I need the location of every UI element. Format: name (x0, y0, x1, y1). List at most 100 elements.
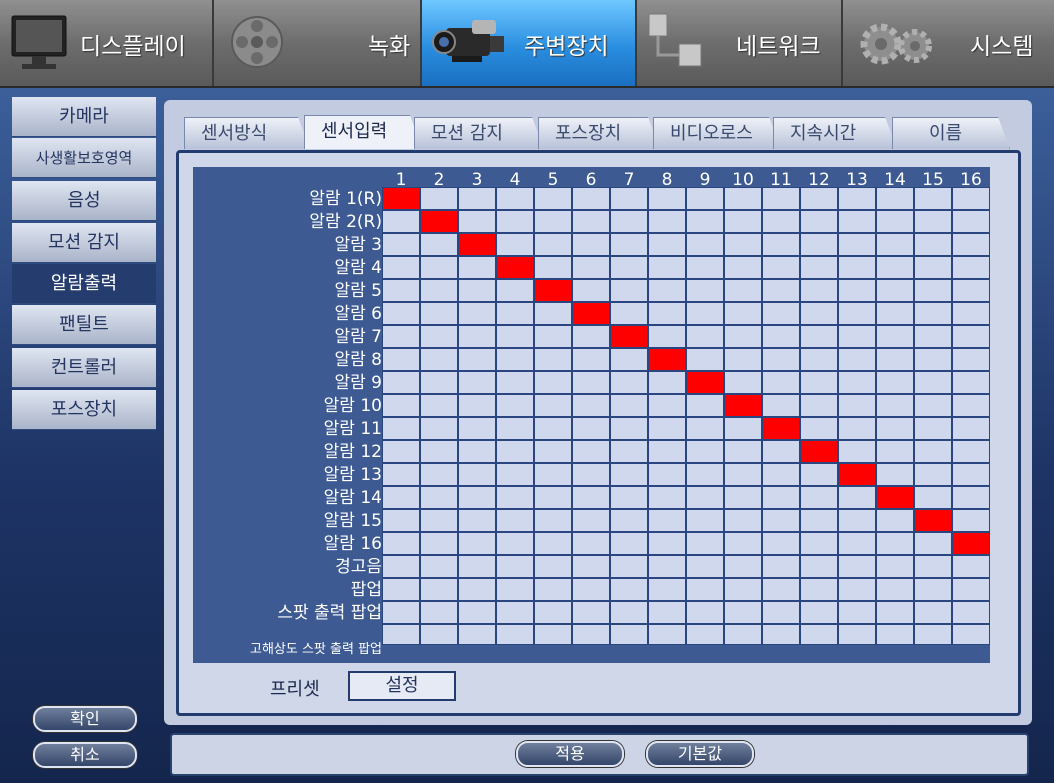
grid-cell[interactable] (610, 256, 648, 279)
grid-cell[interactable] (382, 578, 420, 601)
grid-cell[interactable] (686, 624, 724, 645)
grid-cell[interactable] (496, 325, 534, 348)
grid-cell[interactable] (648, 555, 686, 578)
grid-cell[interactable] (458, 463, 496, 486)
grid-cell[interactable] (496, 578, 534, 601)
grid-cell[interactable] (382, 555, 420, 578)
grid-cell[interactable] (876, 509, 914, 532)
grid-cell[interactable] (724, 624, 762, 645)
grid-cell[interactable] (496, 256, 534, 279)
grid-cell[interactable] (648, 394, 686, 417)
grid-cell[interactable] (420, 486, 458, 509)
grid-cell[interactable] (382, 417, 420, 440)
grid-cell[interactable] (496, 463, 534, 486)
grid-cell[interactable] (914, 601, 952, 624)
grid-cell[interactable] (686, 555, 724, 578)
grid-cell[interactable] (762, 348, 800, 371)
grid-cell[interactable] (534, 325, 572, 348)
grid-cell[interactable] (572, 624, 610, 645)
grid-cell[interactable] (800, 601, 838, 624)
grid-cell[interactable] (876, 578, 914, 601)
grid-cell[interactable] (762, 371, 800, 394)
grid-cell[interactable] (572, 509, 610, 532)
grid-cell[interactable] (800, 348, 838, 371)
grid-cell[interactable] (914, 348, 952, 371)
grid-cell[interactable] (496, 601, 534, 624)
grid-cell[interactable] (876, 601, 914, 624)
grid-cell[interactable] (458, 302, 496, 325)
grid-cell[interactable] (762, 187, 800, 210)
grid-cell[interactable] (952, 532, 990, 555)
grid-cell[interactable] (800, 302, 838, 325)
grid-cell[interactable] (572, 532, 610, 555)
grid-cell[interactable] (420, 532, 458, 555)
grid-cell[interactable] (724, 486, 762, 509)
grid-cell[interactable] (876, 325, 914, 348)
grid-cell[interactable] (496, 279, 534, 302)
grid-cell[interactable] (914, 624, 952, 645)
tab-duration[interactable]: 지속시간 (773, 117, 897, 149)
grid-cell[interactable] (876, 394, 914, 417)
grid-cell[interactable] (914, 417, 952, 440)
grid-cell[interactable] (382, 348, 420, 371)
grid-cell[interactable] (762, 417, 800, 440)
grid-cell[interactable] (534, 394, 572, 417)
grid-cell[interactable] (724, 348, 762, 371)
grid-cell[interactable] (876, 532, 914, 555)
grid-cell[interactable] (762, 532, 800, 555)
grid-cell[interactable] (610, 210, 648, 233)
preset-set-button[interactable]: 설정 (348, 671, 456, 701)
tab-name[interactable]: 이름 (892, 117, 1010, 149)
tab-sensor-type[interactable]: 센서방식 (184, 117, 310, 149)
grid-cell[interactable] (686, 601, 724, 624)
grid-cell[interactable] (914, 394, 952, 417)
nav-tab-peripherals[interactable]: 주변장치 (422, 0, 637, 86)
grid-cell[interactable] (610, 486, 648, 509)
grid-cell[interactable] (420, 256, 458, 279)
grid-cell[interactable] (838, 348, 876, 371)
nav-tab-network[interactable]: 네트워크 (637, 0, 843, 86)
grid-cell[interactable] (648, 486, 686, 509)
grid-cell[interactable] (838, 210, 876, 233)
grid-cell[interactable] (838, 394, 876, 417)
grid-cell[interactable] (800, 417, 838, 440)
grid-cell[interactable] (496, 187, 534, 210)
grid-cell[interactable] (762, 601, 800, 624)
grid-cell[interactable] (686, 417, 724, 440)
grid-cell[interactable] (572, 417, 610, 440)
grid-cell[interactable] (382, 210, 420, 233)
grid-cell[interactable] (382, 279, 420, 302)
grid-cell[interactable] (724, 187, 762, 210)
grid-cell[interactable] (686, 463, 724, 486)
grid-cell[interactable] (572, 256, 610, 279)
grid-cell[interactable] (648, 417, 686, 440)
grid-cell[interactable] (420, 325, 458, 348)
grid-cell[interactable] (838, 440, 876, 463)
grid-cell[interactable] (458, 256, 496, 279)
grid-cell[interactable] (534, 509, 572, 532)
grid-cell[interactable] (458, 555, 496, 578)
grid-cell[interactable] (686, 279, 724, 302)
grid-cell[interactable] (800, 233, 838, 256)
grid-cell[interactable] (420, 302, 458, 325)
grid-cell[interactable] (762, 624, 800, 645)
grid-cell[interactable] (838, 279, 876, 302)
grid-cell[interactable] (952, 509, 990, 532)
grid-cell[interactable] (382, 187, 420, 210)
grid-cell[interactable] (800, 509, 838, 532)
grid-cell[interactable] (800, 624, 838, 645)
grid-cell[interactable] (382, 463, 420, 486)
grid-cell[interactable] (876, 486, 914, 509)
grid-cell[interactable] (534, 233, 572, 256)
grid-cell[interactable] (610, 348, 648, 371)
grid-cell[interactable] (762, 486, 800, 509)
grid-cell[interactable] (686, 394, 724, 417)
grid-cell[interactable] (382, 325, 420, 348)
grid-cell[interactable] (914, 256, 952, 279)
grid-cell[interactable] (724, 578, 762, 601)
grid-cell[interactable] (534, 256, 572, 279)
grid-cell[interactable] (762, 509, 800, 532)
grid-cell[interactable] (876, 233, 914, 256)
grid-cell[interactable] (876, 210, 914, 233)
grid-cell[interactable] (496, 371, 534, 394)
